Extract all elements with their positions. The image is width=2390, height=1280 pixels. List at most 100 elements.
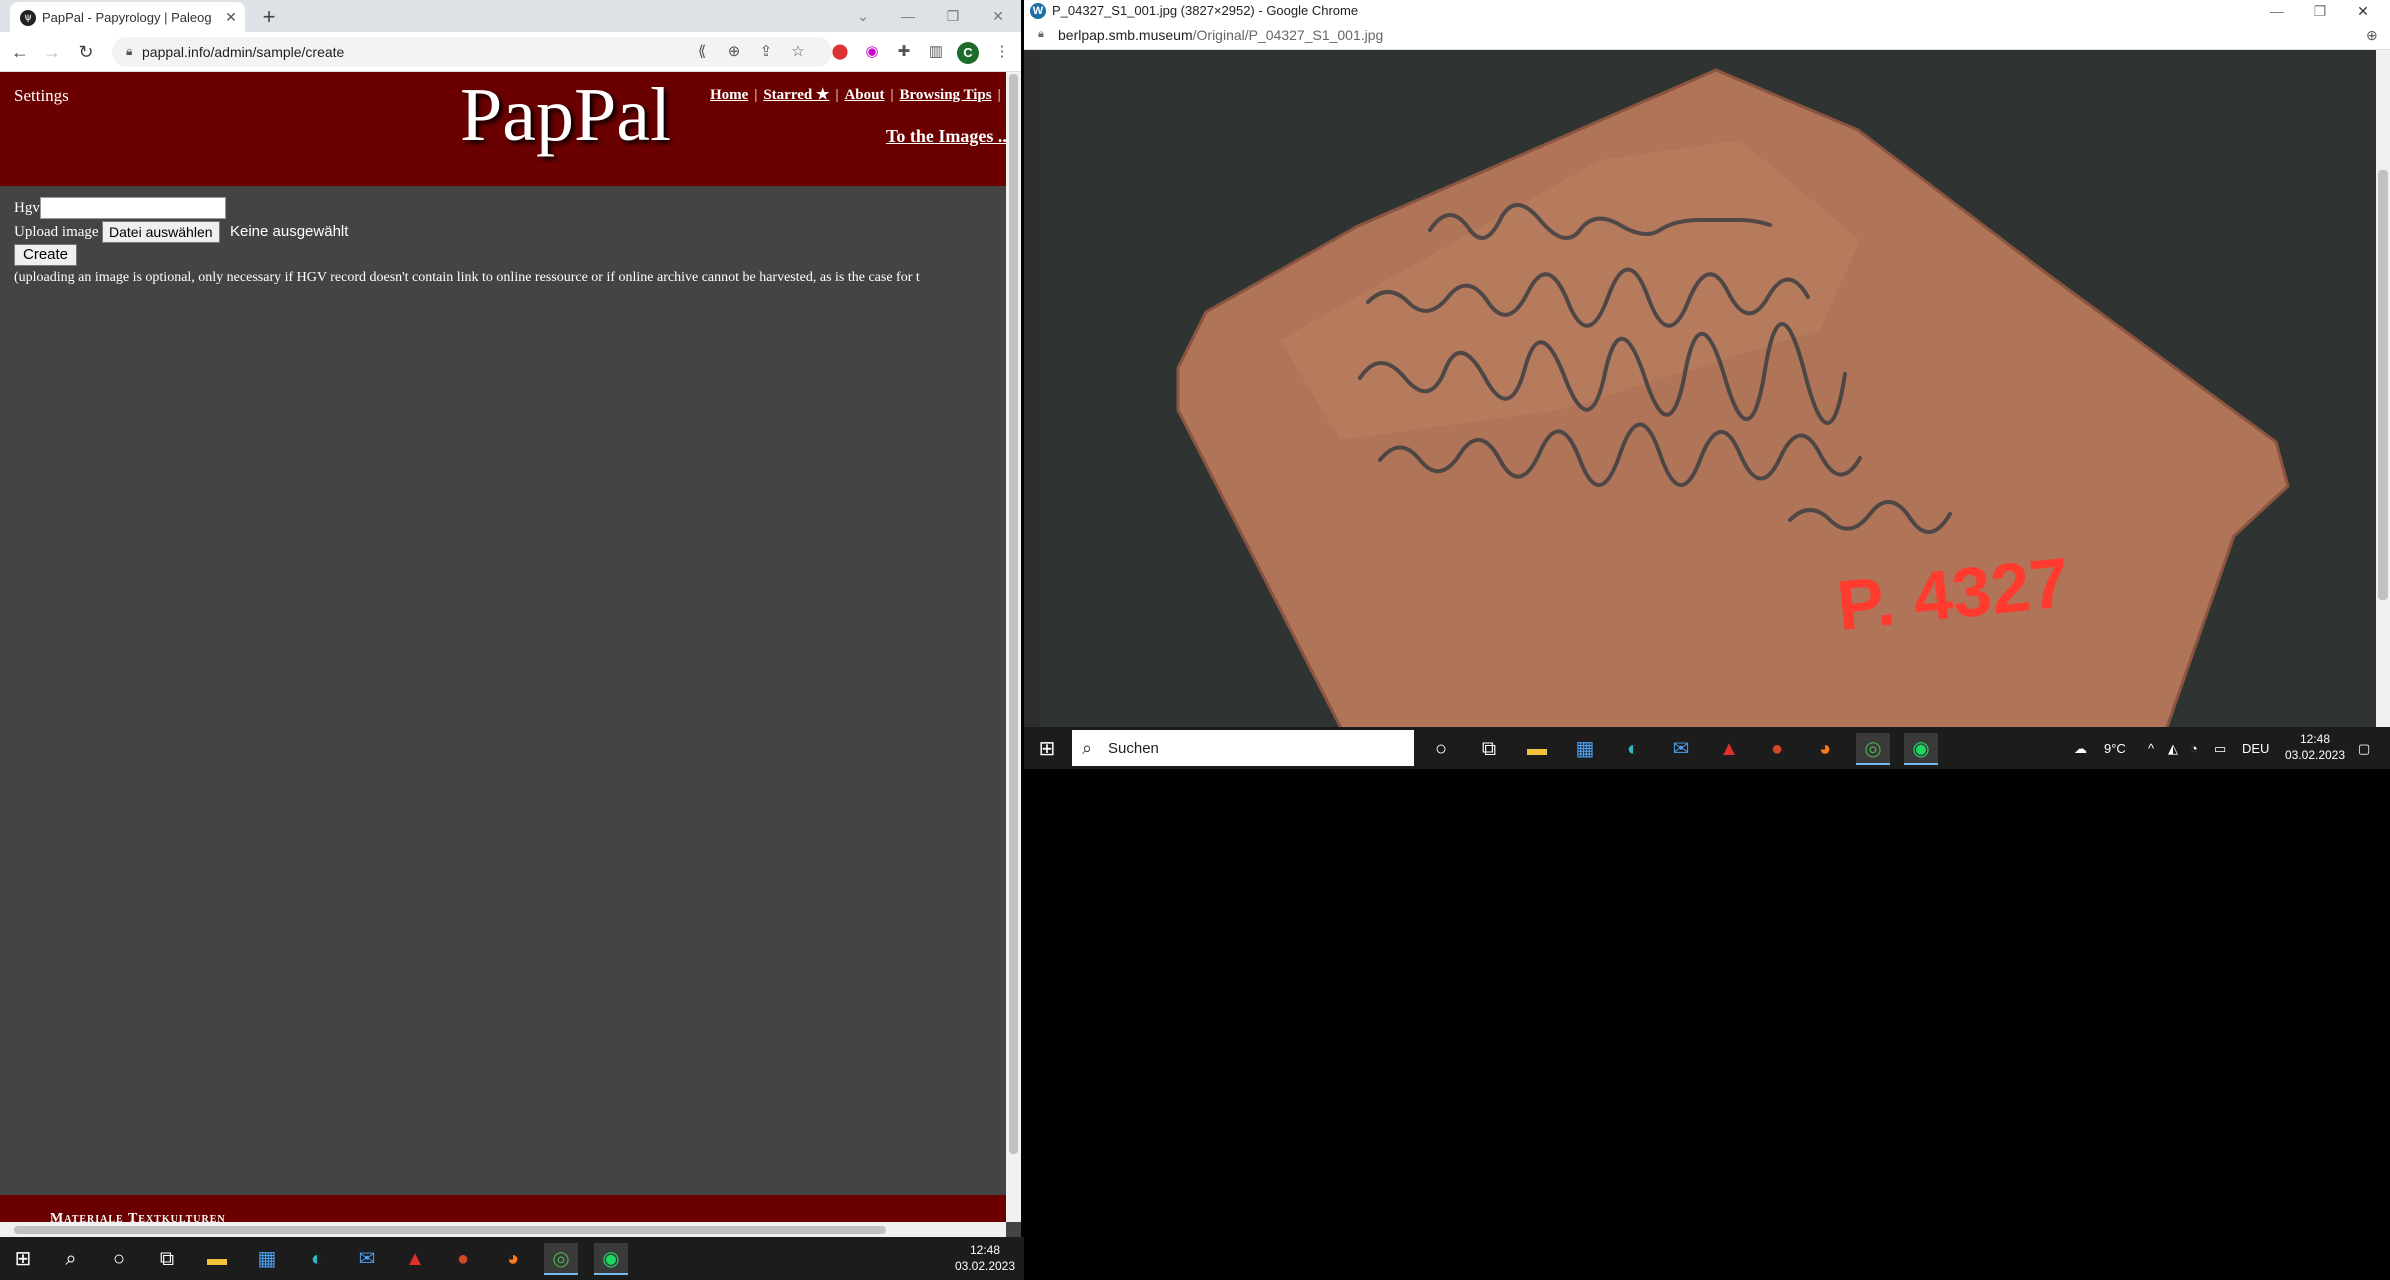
acrobat-icon[interactable]: ▲	[398, 1243, 432, 1275]
profile-avatar[interactable]: C	[957, 42, 979, 64]
extension-2-icon[interactable]: ◉	[862, 42, 882, 62]
reload-icon[interactable]: ↻	[74, 40, 98, 64]
to-images-link[interactable]: To the Images ...	[886, 126, 1006, 147]
scroll-thumb[interactable]	[2378, 170, 2388, 600]
mail-icon[interactable]: ✉	[1664, 733, 1698, 765]
chrome-icon[interactable]: ◎	[544, 1243, 578, 1275]
address-bar[interactable]: 🔒︎ berlpap.smb.museum/Original/P_04327_S…	[1024, 22, 2390, 50]
url-text: berlpap.smb.museum/Original/P_04327_S1_0…	[1058, 27, 1384, 43]
store-icon[interactable]: ▦	[250, 1243, 284, 1275]
search-placeholder: Suchen	[1108, 740, 1159, 757]
restore-icon[interactable]: ❐	[2307, 0, 2333, 22]
taskbar-search[interactable]: ⌕ Suchen	[1072, 730, 1414, 766]
tray-chevron-icon[interactable]: ^	[2148, 741, 2154, 756]
url-text: pappal.info/admin/sample/create	[142, 44, 345, 60]
horizontal-scrollbar[interactable]	[0, 1222, 1006, 1237]
side-panel-icon[interactable]: ▥	[926, 42, 946, 62]
start-icon[interactable]: ⊞	[1030, 733, 1064, 765]
nav-starred[interactable]: Starred ★	[763, 87, 829, 103]
scroll-thumb[interactable]	[1009, 74, 1018, 1154]
lock-icon: 🔒︎	[1038, 28, 1044, 40]
address-bar[interactable]: 🔒︎ pappal.info/admin/sample/create ⟪ ⊕ ⇪…	[112, 37, 832, 67]
weather-text[interactable]: 9°C	[2104, 741, 2126, 756]
upload-image-label: Upload image	[14, 224, 99, 240]
nav-browsing-tips[interactable]: Browsing Tips	[899, 87, 991, 103]
nav-home[interactable]: Home	[710, 87, 748, 103]
choose-file-button[interactable]: Datei auswählen	[102, 221, 220, 243]
notification-icon[interactable]: ▢	[2358, 741, 2370, 757]
acrobat-icon[interactable]: ▲	[1712, 733, 1746, 765]
tab-close-icon[interactable]: ✕	[222, 8, 240, 26]
spotify-icon[interactable]: ◉	[594, 1243, 628, 1275]
tab-search-icon[interactable]: ⌄	[850, 4, 876, 28]
nav-about[interactable]: About	[844, 87, 884, 103]
language-indicator[interactable]: DEU	[2242, 741, 2269, 756]
time: 12:48	[969, 1243, 1001, 1257]
file-status: Keine ausgewählt	[230, 223, 349, 240]
right-browser-window: W P_04327_S1_001.jpg (3827×2952) - Googl…	[1024, 0, 2390, 730]
tab-pappal[interactable]: ψ PapPal - Papyrology | Paleography ✕	[10, 2, 245, 32]
ostracon-image: P. 4327	[1040, 50, 2376, 730]
clock[interactable]: 12:48 03.02.2023	[2280, 731, 2350, 763]
clock[interactable]: 12:48 03.02.2023	[950, 1242, 1020, 1274]
firefox-icon[interactable]: ◕	[1808, 733, 1842, 765]
title-bar: W P_04327_S1_001.jpg (3827×2952) - Googl…	[1024, 0, 2390, 22]
new-tab-icon[interactable]: +	[256, 4, 282, 30]
minimize-icon[interactable]: —	[2264, 0, 2290, 22]
zoom-icon[interactable]: ⊕	[2366, 27, 2378, 44]
hgv-input[interactable]	[40, 197, 226, 219]
footer-text: Materiale Textkulturen	[50, 1211, 226, 1222]
firefox-icon[interactable]: ◕	[496, 1243, 530, 1275]
store-icon[interactable]: ▦	[1568, 733, 1602, 765]
share-icon[interactable]: ⇪	[756, 42, 776, 62]
vertical-scrollbar[interactable]	[1006, 72, 1021, 1222]
upload-note: (uploading an image is optional, only ne…	[14, 270, 920, 285]
bookmark-star-icon[interactable]: ☆	[788, 42, 808, 62]
ostracon-photo: P. 4327	[1040, 50, 2376, 730]
tab-strip: ψ PapPal - Papyrology | Paleography ✕ + …	[0, 0, 1021, 32]
cortana-icon[interactable]: ○	[102, 1243, 136, 1275]
time: 12:48	[2299, 732, 2331, 746]
file-explorer-icon[interactable]: ▬	[200, 1243, 234, 1275]
powerpoint-icon[interactable]: ●	[1760, 733, 1794, 765]
start-icon[interactable]: ⊞	[6, 1243, 40, 1275]
edge-icon[interactable]: ◐	[1616, 733, 1650, 765]
cortana-icon[interactable]: ○	[1424, 733, 1458, 765]
minimize-icon[interactable]: —	[895, 4, 921, 28]
settings-link[interactable]: Settings	[14, 86, 69, 106]
site-logo[interactable]: PapPal	[460, 72, 671, 159]
search-icon: ⌕	[1082, 738, 1093, 758]
create-button[interactable]: Create	[14, 244, 78, 266]
page-content: Settings PapPal Home | Starred ★ | About | Bro…	[0, 72, 1006, 1222]
chrome-icon[interactable]: ◎	[1856, 733, 1890, 765]
date: 03.02.2023	[954, 1259, 1016, 1273]
date: 03.02.2023	[2284, 748, 2346, 762]
mail-icon[interactable]: ✉	[350, 1243, 384, 1275]
taskbar-right: ⊞ ⌕ Suchen ○ ⧉ ▬ ▦ ◐ ✉ ▲ ● ◕ ◎ ◉ ☁︎ 9°C …	[1024, 727, 2390, 769]
forward-icon[interactable]: →	[40, 40, 64, 64]
close-window-icon[interactable]: ✕	[985, 4, 1011, 28]
menu-kebab-icon[interactable]: ⋮	[992, 42, 1012, 62]
site-header: Settings PapPal Home | Starred ★ | About | Bro…	[0, 72, 1006, 186]
translate-icon[interactable]: ⟪	[692, 42, 712, 62]
search-icon[interactable]: ⌕	[54, 1243, 88, 1275]
back-icon[interactable]: ←	[8, 40, 32, 64]
spotify-icon[interactable]: ◉	[1904, 733, 1938, 765]
zoom-icon[interactable]: ⊕	[724, 42, 744, 62]
scroll-thumb[interactable]	[14, 1226, 886, 1234]
extension-icon[interactable]: ⬤	[830, 42, 850, 62]
restore-icon[interactable]: ❐	[940, 4, 966, 28]
close-window-icon[interactable]: ✕	[2350, 0, 2376, 22]
file-explorer-icon[interactable]: ▬	[1520, 733, 1554, 765]
pappal-favicon-icon: ψ	[20, 10, 36, 26]
task-view-icon[interactable]: ⧉	[150, 1243, 184, 1275]
task-view-icon[interactable]: ⧉	[1472, 733, 1506, 765]
edge-icon[interactable]: ◐	[300, 1243, 334, 1275]
battery-icon[interactable]: ▭	[2214, 741, 2226, 757]
extensions-puzzle-icon[interactable]: ✚	[894, 42, 914, 62]
network-icon[interactable]: ◭	[2168, 741, 2178, 757]
wifi-icon[interactable]: ◔	[2190, 741, 2198, 756]
powerpoint-icon[interactable]: ●	[446, 1243, 480, 1275]
weather-icon[interactable]: ☁︎	[2074, 741, 2087, 757]
vertical-scrollbar[interactable]	[2376, 50, 2390, 730]
